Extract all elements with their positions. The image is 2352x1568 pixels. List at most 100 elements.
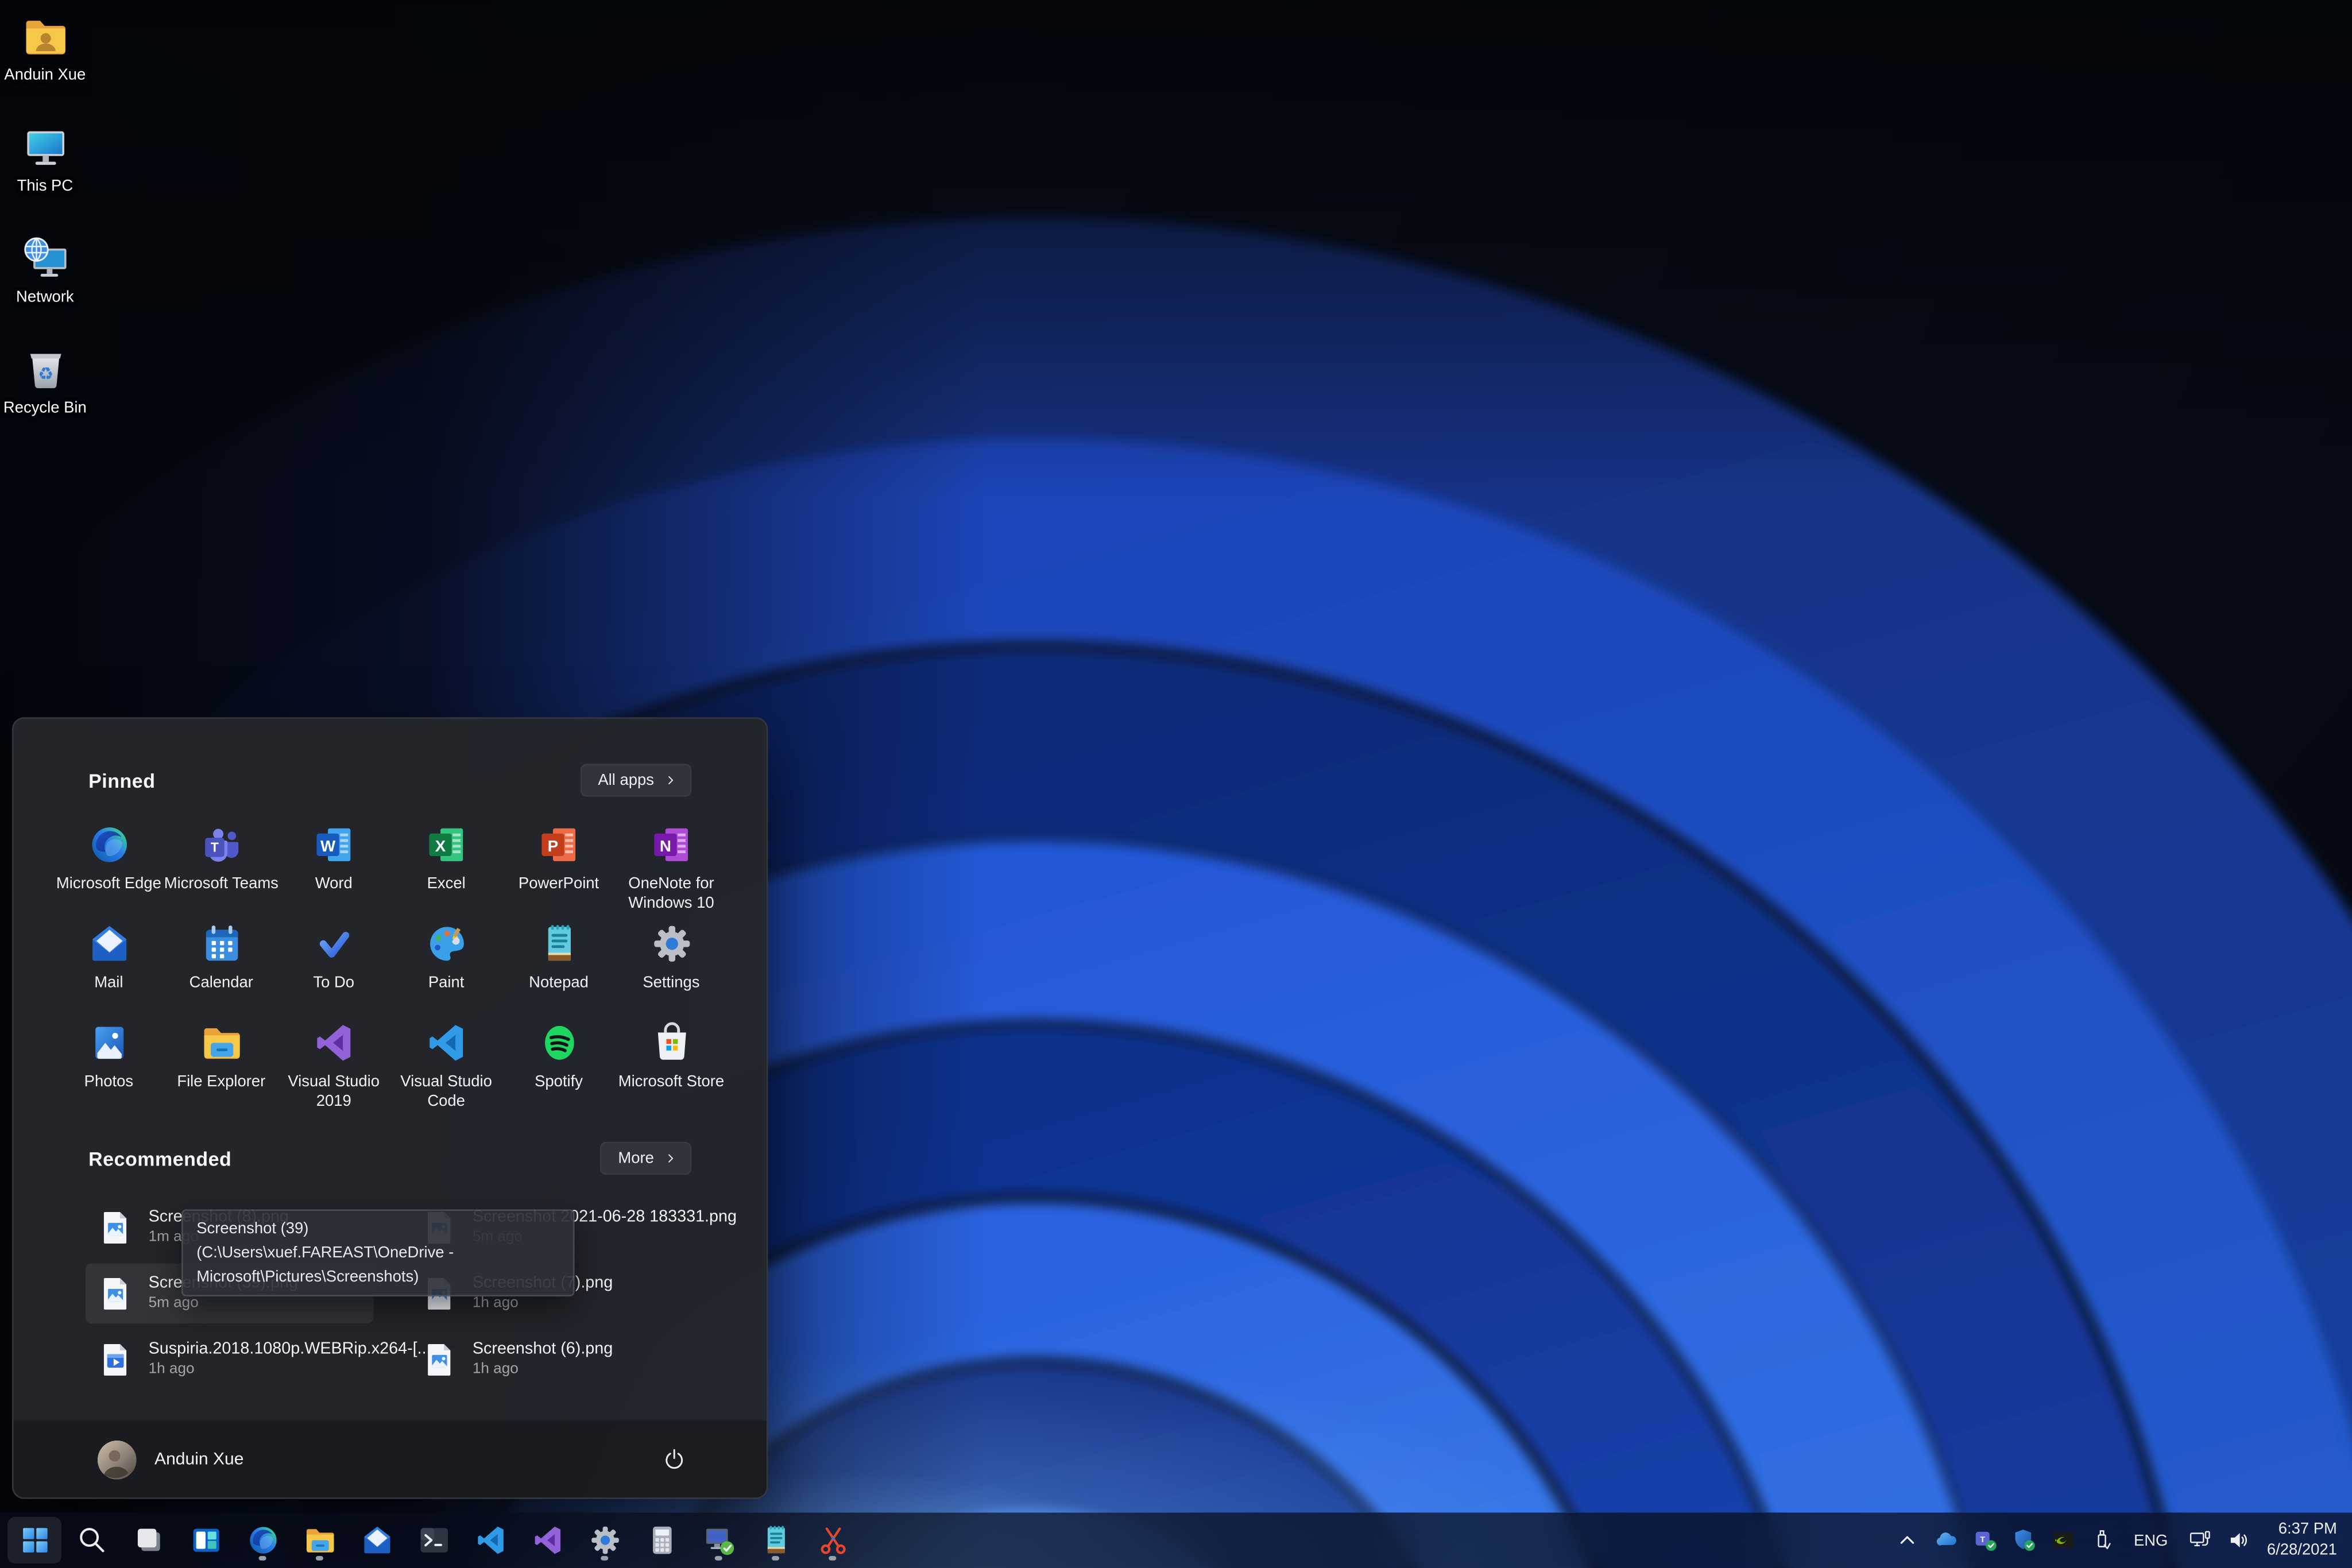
- file-explorer-icon: [302, 1523, 336, 1558]
- pinned-app-word[interactable]: W Word: [277, 819, 390, 918]
- clock-time: 6:37 PM: [2267, 1520, 2337, 1540]
- onenote-icon: N: [649, 822, 694, 867]
- pinned-app-mail[interactable]: Mail: [52, 918, 165, 1017]
- usb-icon: [2090, 1527, 2115, 1552]
- taskbar-app-buttons: [0, 1512, 861, 1568]
- tray-onedrive[interactable]: [1928, 1520, 1964, 1561]
- start-icon: [17, 1523, 52, 1558]
- pinned-app-spotify[interactable]: Spotify: [502, 1017, 615, 1116]
- pinned-app-paint[interactable]: Paint: [390, 918, 502, 1017]
- taskbar-microsoft-edge-button[interactable]: [235, 1517, 289, 1563]
- pinned-app-microsoft-store[interactable]: Microsoft Store: [615, 1017, 728, 1116]
- tooltip-line-1: Screenshot (39) (C:\Users\xuef.FAREAST\O…: [196, 1217, 559, 1265]
- pinned-app-label: To Do: [271, 974, 397, 993]
- pinned-app-label: Word: [271, 875, 397, 894]
- desktop-icon-label: Recycle Bin: [3, 399, 87, 417]
- all-apps-button[interactable]: All apps: [580, 764, 691, 796]
- pinned-app-label: Settings: [608, 974, 734, 993]
- vscode-icon: [424, 1020, 469, 1065]
- chevron-right-icon: [664, 1152, 676, 1164]
- svg-text:P: P: [547, 837, 558, 855]
- pinned-app-file-explorer[interactable]: File Explorer: [165, 1017, 277, 1116]
- this-pc-icon: [20, 123, 69, 172]
- defender-icon: [2011, 1527, 2037, 1552]
- pinned-app-to-do[interactable]: To Do: [277, 918, 390, 1017]
- chevron-up-icon: [1894, 1527, 1920, 1552]
- pinned-app-settings[interactable]: Settings: [615, 918, 728, 1017]
- taskbar-terminal-button[interactable]: [407, 1517, 461, 1563]
- desktop-icon-this-pc[interactable]: This PC: [0, 123, 90, 195]
- network-icon: [20, 234, 69, 284]
- pinned-app-label: Notepad: [496, 974, 621, 993]
- power-icon: [662, 1446, 687, 1472]
- tray-microsoft-teams[interactable]: T: [1967, 1520, 2003, 1561]
- taskbar-clock[interactable]: 6:37 PM 6/28/2021: [2260, 1520, 2337, 1561]
- taskbar-widgets-button[interactable]: [179, 1517, 233, 1563]
- search-icon: [74, 1523, 109, 1558]
- desktop-icon-network[interactable]: Network: [0, 234, 90, 306]
- widgets-icon: [188, 1523, 223, 1558]
- pinned-app-powerpoint[interactable]: P PowerPoint: [502, 819, 615, 918]
- user-profile-button[interactable]: Anduin Xue: [88, 1434, 253, 1485]
- pinned-app-excel[interactable]: X Excel: [390, 819, 502, 918]
- recycle-bin-icon: ♻: [20, 345, 69, 394]
- taskbar-start-button[interactable]: [7, 1517, 61, 1563]
- taskbar-visual-studio-code-button[interactable]: [463, 1517, 517, 1563]
- taskbar-mail-button[interactable]: [350, 1517, 404, 1563]
- terminal-icon: [416, 1523, 451, 1558]
- volume-icon: [2226, 1527, 2251, 1552]
- calendar-icon: [199, 922, 243, 966]
- svg-text:T: T: [1980, 1535, 1985, 1544]
- taskbar-file-explorer-button[interactable]: [292, 1517, 346, 1563]
- tray-network-volume: [2181, 1520, 2257, 1561]
- pinned-app-calendar[interactable]: Calendar: [165, 918, 277, 1017]
- pinned-app-label: Calendar: [158, 974, 284, 993]
- settings-icon: [649, 922, 694, 966]
- pinned-app-onenote-for-windows-10[interactable]: N OneNote for Windows 10: [615, 819, 728, 918]
- language-indicator[interactable]: ENG: [2123, 1531, 2179, 1549]
- tray-nvidia[interactable]: [2045, 1520, 2082, 1561]
- power-button[interactable]: [652, 1437, 697, 1481]
- taskbar-task-view-button[interactable]: [122, 1517, 176, 1563]
- powerpoint-icon: P: [536, 822, 581, 867]
- paint-icon: [424, 922, 469, 966]
- pinned-app-visual-studio-code[interactable]: Visual Studio Code: [390, 1017, 502, 1116]
- ethernet-icon: [2187, 1527, 2212, 1552]
- desktop-icon-recycle-bin[interactable]: ♻ Recycle Bin: [0, 345, 90, 417]
- desktop-icon-label: Network: [16, 288, 74, 306]
- desktop-icon-anduin-xue[interactable]: Anduin Xue: [0, 12, 90, 84]
- system-tray: T ENG 6:37 PM 6/28/2021: [1889, 1512, 2352, 1568]
- notepad-icon: [536, 922, 581, 966]
- taskbar-search-button[interactable]: [64, 1517, 118, 1563]
- tray-show-hidden-icons[interactable]: [1889, 1520, 1925, 1561]
- pinned-app-label: Visual Studio Code: [383, 1073, 509, 1110]
- pinned-app-microsoft-teams[interactable]: T Microsoft Teams: [165, 819, 277, 918]
- taskbar-visual-studio-2019-button[interactable]: [520, 1517, 574, 1563]
- file-path-tooltip: Screenshot (39) (C:\Users\xuef.FAREAST\O…: [181, 1209, 574, 1296]
- pinned-app-label: Microsoft Store: [608, 1073, 734, 1092]
- recommended-item-time: 1h ago: [473, 1361, 613, 1379]
- screen: Anduin Xue This PC Network ♻ Recycle Bin…: [0, 0, 2352, 1568]
- more-button[interactable]: More: [600, 1142, 691, 1175]
- recommended-item-screenshot-6-png[interactable]: Screenshot (6).png 1h ago: [409, 1329, 698, 1389]
- pinned-app-photos[interactable]: Photos: [52, 1017, 165, 1116]
- tray-windows-security[interactable]: [2006, 1520, 2042, 1561]
- taskbar-calculator-button[interactable]: [635, 1517, 688, 1563]
- tooltip-line-2: Microsoft\Pictures\Screenshots): [196, 1265, 559, 1289]
- tray-safely-remove-hardware[interactable]: [2084, 1520, 2121, 1561]
- tray-volume[interactable]: [2221, 1520, 2257, 1561]
- taskbar-snipping-tool-button[interactable]: [806, 1517, 860, 1563]
- pinned-app-visual-studio-2019[interactable]: Visual Studio 2019: [277, 1017, 390, 1116]
- pinned-app-notepad[interactable]: Notepad: [502, 918, 615, 1017]
- taskbar-remote-desktop-button[interactable]: [691, 1517, 745, 1563]
- tray-network[interactable]: [2181, 1520, 2218, 1561]
- taskbar-notepad-button[interactable]: [749, 1517, 803, 1563]
- vscode-icon: [473, 1523, 508, 1558]
- taskbar-settings-button[interactable]: [578, 1517, 632, 1563]
- calculator-icon: [644, 1523, 679, 1558]
- todo-icon: [311, 922, 356, 966]
- pinned-app-microsoft-edge[interactable]: Microsoft Edge: [52, 819, 165, 918]
- recommended-item-suspiria-2018-1080p-webrip-x264[interactable]: Suspiria.2018.1080p.WEBRip.x264-[... 1h …: [86, 1329, 374, 1389]
- teams-icon: T: [199, 822, 243, 867]
- avatar: [98, 1440, 137, 1479]
